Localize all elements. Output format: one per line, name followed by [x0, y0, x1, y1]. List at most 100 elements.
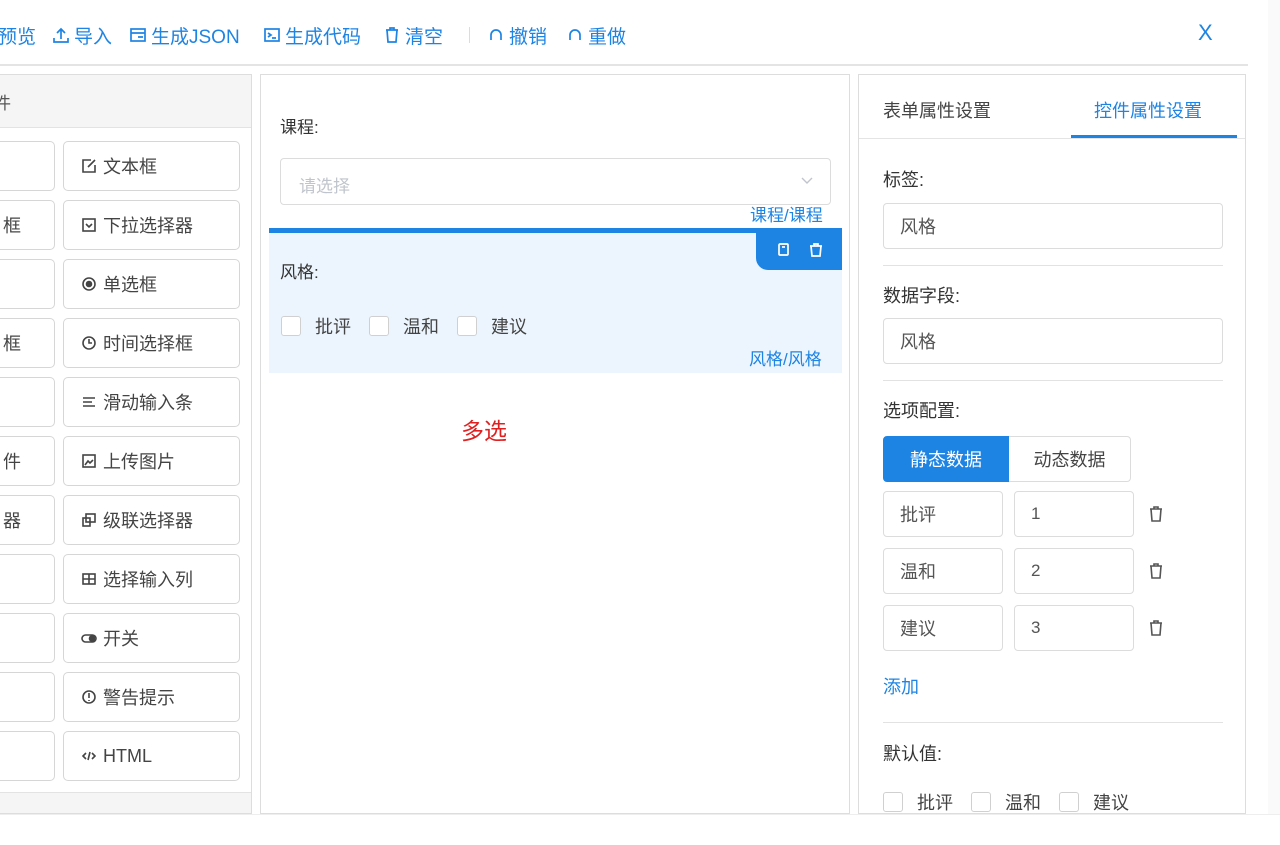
clear-button[interactable]: 清空 — [383, 22, 443, 48]
preview-label: 预览 — [0, 26, 37, 48]
trash-icon[interactable] — [1147, 505, 1165, 523]
generate-code-button[interactable]: 生成代码 — [263, 22, 361, 48]
style-option-2[interactable]: 温和 — [369, 313, 439, 339]
trash-icon — [386, 27, 398, 43]
style-field-path: 风格/风格 — [749, 350, 822, 369]
component-item-left-9[interactable] — [0, 613, 55, 663]
course-select[interactable]: 请选择 — [280, 158, 831, 205]
trash-icon[interactable] — [1147, 619, 1165, 637]
option-row: 温和 2 — [883, 548, 1203, 594]
generate-json-button[interactable]: 生成JSON — [129, 22, 240, 48]
option-label-input[interactable]: 建议 — [883, 605, 1003, 651]
terminal-icon — [264, 28, 280, 42]
component-item-html[interactable]: HTML — [63, 731, 240, 781]
scrollbar-track[interactable] — [1268, 0, 1280, 845]
course-field-path: 课程/课程 — [750, 206, 823, 225]
checkbox[interactable] — [281, 316, 301, 336]
component-item-left-10[interactable] — [0, 672, 55, 722]
style-checkbox-group: 批评 温和 建议 — [281, 313, 545, 339]
divider — [883, 722, 1223, 723]
upload-icon — [53, 27, 69, 43]
default-option-3[interactable]: 建议 — [1059, 789, 1129, 813]
style-option-3[interactable]: 建议 — [457, 313, 527, 339]
import-label: 导入 — [74, 26, 113, 48]
slider-icon — [81, 394, 97, 410]
bottom-bar — [0, 814, 1280, 845]
toolbar: 预览 导入 生成JSON 生成代码 清空 撤销 重做 X — [0, 0, 1248, 66]
data-mode-toggle: 静态数据 动态数据 — [883, 436, 1131, 482]
undo-button[interactable]: 撤销 — [487, 22, 547, 48]
component-item-left-11[interactable] — [0, 731, 55, 781]
option-label-input[interactable]: 批评 — [883, 491, 1003, 537]
style-field-selected[interactable]: 风格: 批评 温和 建议 风格/风格 — [269, 228, 842, 373]
component-item-switch[interactable]: 开关 — [63, 613, 240, 663]
radio-icon — [81, 276, 97, 292]
trash-icon[interactable] — [1147, 562, 1165, 580]
component-item-left-5[interactable] — [0, 377, 55, 427]
active-tab-indicator — [1071, 135, 1237, 138]
option-value-input[interactable]: 1 — [1014, 491, 1134, 537]
component-panel-footer — [0, 792, 251, 813]
option-label-input[interactable]: 温和 — [883, 548, 1003, 594]
static-data-button[interactable]: 静态数据 — [883, 436, 1009, 482]
grid-icon — [81, 571, 97, 587]
data-field-title: 数据字段: — [883, 286, 961, 306]
component-item-alert[interactable]: 警告提示 — [63, 672, 240, 722]
tab-form-settings[interactable]: 表单属性设置 — [883, 97, 991, 123]
settings-tabs: 表单属性设置 控件属性设置 — [859, 75, 1245, 139]
default-value-title: 默认值: — [883, 744, 943, 764]
component-item-select-input-list[interactable]: 选择输入列 — [63, 554, 240, 604]
component-item-slider[interactable]: 滑动输入条 — [63, 377, 240, 427]
component-item-time-picker[interactable]: 时间选择框 — [63, 318, 240, 368]
clear-label: 清空 — [405, 26, 444, 48]
component-item-left-6[interactable]: 件 — [0, 436, 55, 486]
chevron-down-icon — [800, 173, 814, 187]
divider — [883, 380, 1223, 381]
delete-icon[interactable] — [808, 242, 824, 261]
divider — [883, 265, 1223, 266]
dynamic-data-button[interactable]: 动态数据 — [1009, 436, 1131, 482]
toolbar-divider — [469, 27, 470, 43]
component-item-left-3[interactable] — [0, 259, 55, 309]
undo-icon — [490, 29, 502, 40]
component-item-select[interactable]: 下拉选择器 — [63, 200, 240, 250]
alert-icon — [81, 689, 97, 705]
cascader-icon — [81, 512, 97, 528]
option-value-input[interactable]: 3 — [1014, 605, 1134, 651]
code-icon — [81, 748, 97, 764]
component-item-left-1[interactable] — [0, 141, 55, 191]
checkbox[interactable] — [971, 792, 991, 812]
checkbox[interactable] — [457, 316, 477, 336]
undo-label: 撤销 — [509, 26, 548, 48]
component-item-left-2[interactable]: 框 — [0, 200, 55, 250]
component-item-textbox[interactable]: 文本框 — [63, 141, 240, 191]
checkbox[interactable] — [369, 316, 389, 336]
component-item-upload-image[interactable]: 上传图片 — [63, 436, 240, 486]
checkbox[interactable] — [883, 792, 903, 812]
copy-icon[interactable] — [775, 242, 791, 261]
add-option-link[interactable]: 添加 — [883, 673, 919, 699]
course-select-placeholder: 请选择 — [299, 177, 350, 196]
component-item-radio[interactable]: 单选框 — [63, 259, 240, 309]
close-button[interactable]: X — [1198, 20, 1213, 46]
option-row: 建议 3 — [883, 605, 1203, 651]
form-canvas: 课程: 请选择 课程/课程 风格: 批评 温和 建议 风格/风格 多选 — [260, 74, 850, 814]
component-panel-header: 件 — [0, 75, 251, 128]
tab-control-settings[interactable]: 控件属性设置 — [1094, 97, 1202, 123]
component-item-left-4[interactable]: 框 — [0, 318, 55, 368]
json-icon — [130, 28, 146, 42]
option-value-input[interactable]: 2 — [1014, 548, 1134, 594]
label-input[interactable]: 风格 — [883, 203, 1223, 249]
default-option-1[interactable]: 批评 — [883, 789, 953, 813]
checkbox[interactable] — [1059, 792, 1079, 812]
redo-button[interactable]: 重做 — [566, 22, 626, 48]
data-field-input[interactable]: 风格 — [883, 318, 1223, 364]
default-option-2[interactable]: 温和 — [971, 789, 1041, 813]
preview-button[interactable]: 预览 — [0, 22, 36, 48]
import-button[interactable]: 导入 — [52, 22, 112, 48]
component-item-cascader[interactable]: 级联选择器 — [63, 495, 240, 545]
style-option-1[interactable]: 批评 — [281, 313, 351, 339]
course-field-label: 课程: — [280, 118, 319, 137]
component-item-left-8[interactable] — [0, 554, 55, 604]
component-item-left-7[interactable]: 器 — [0, 495, 55, 545]
